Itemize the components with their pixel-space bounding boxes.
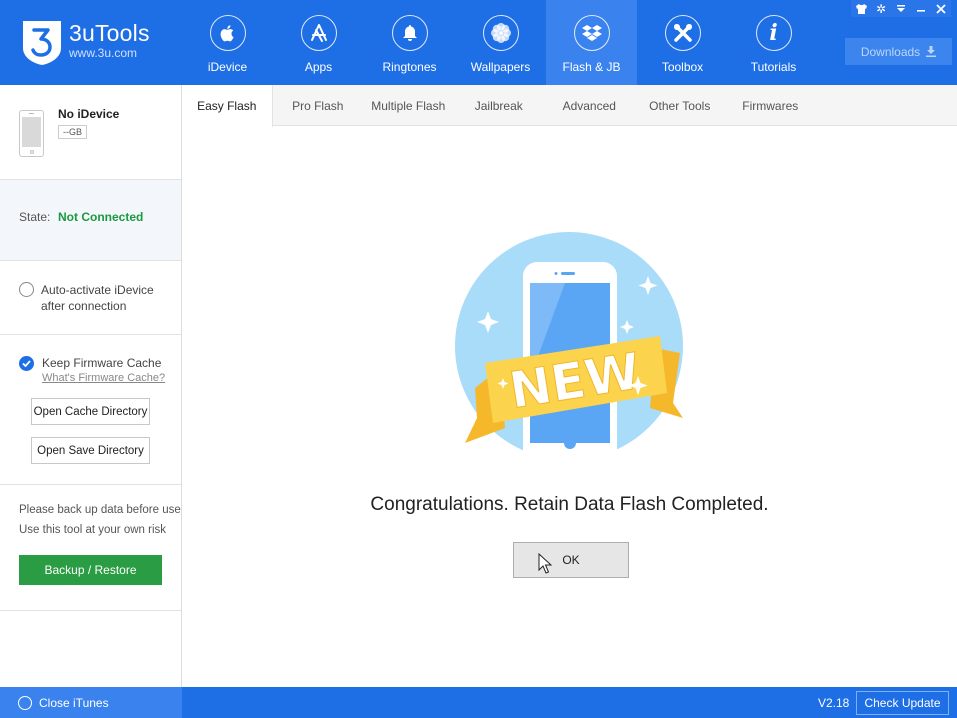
nav-label: Toolbox <box>661 60 704 74</box>
skin-icon[interactable] <box>851 0 871 17</box>
connection-state: State: Not Connected <box>0 180 181 261</box>
nav-toolbox[interactable]: Toolbox <box>637 0 728 85</box>
title-bar: 3uTools www.3u.com iDevice Apps Ringtone… <box>0 0 957 85</box>
tab-easy-flash[interactable]: Easy Flash <box>182 85 273 127</box>
backup-warning: Please back up data before use <box>19 504 181 516</box>
flash-tabs: Easy Flash Pro Flash Multiple Flash Jail… <box>182 85 957 127</box>
app-name: 3uTools <box>69 20 150 46</box>
checkmark-icon <box>22 360 31 367</box>
tab-firmwares[interactable]: Firmwares <box>725 85 816 126</box>
settings-icon[interactable]: ✲ <box>871 0 891 17</box>
auto-activate-option: Auto-activate iDevice after connection <box>0 261 181 335</box>
firmware-cache-section: Keep Firmware Cache What's Firmware Cach… <box>0 335 181 485</box>
downloads-button[interactable]: Downloads <box>845 38 952 65</box>
ok-button[interactable]: OK <box>513 542 629 578</box>
nav-idevice[interactable]: iDevice <box>182 0 273 85</box>
firmware-cache-help-link[interactable]: What's Firmware Cache? <box>42 372 165 384</box>
app-logo: 3uTools www.3u.com <box>22 20 150 66</box>
menu-icon[interactable] <box>891 0 911 17</box>
close-itunes-label: Close iTunes <box>39 695 109 710</box>
version-label: V2.18 <box>818 696 850 710</box>
sidebar: No iDevice --GB State: Not Connected Aut… <box>0 85 182 687</box>
bell-icon <box>391 15 428 51</box>
tab-advanced[interactable]: Advanced <box>544 85 635 126</box>
app-store-icon <box>300 15 337 51</box>
nav-apps[interactable]: Apps <box>273 0 364 85</box>
nav-wallpapers[interactable]: Wallpapers <box>455 0 546 85</box>
nav-ringtones[interactable]: Ringtones <box>364 0 455 85</box>
apple-icon <box>209 15 246 51</box>
check-update-button[interactable]: Check Update <box>856 691 949 715</box>
flower-icon <box>482 15 519 51</box>
close-itunes-toggle[interactable]: Close iTunes <box>0 687 182 718</box>
auto-activate-label[interactable]: Auto-activate iDevice after connection <box>41 282 154 314</box>
auto-activate-radio[interactable] <box>19 282 34 297</box>
dropbox-box-icon <box>573 15 610 51</box>
nav-flash-jb[interactable]: Flash & JB <box>546 0 637 85</box>
close-itunes-radio[interactable] <box>18 695 32 710</box>
close-icon[interactable] <box>931 0 951 17</box>
nav-label: Wallpapers <box>470 60 531 74</box>
nav-label: Tutorials <box>750 60 797 74</box>
3u-logo-icon <box>23 21 61 65</box>
info-icon: i <box>755 15 792 51</box>
nav-label: Flash & JB <box>562 60 621 74</box>
state-value: Not Connected <box>58 210 144 224</box>
device-info: No iDevice --GB <box>0 85 181 180</box>
tab-other-tools[interactable]: Other Tools <box>635 85 726 126</box>
window-controls: ✲ <box>851 0 951 17</box>
nav-label: Apps <box>304 60 333 74</box>
tab-multiple-flash[interactable]: Multiple Flash <box>363 85 454 126</box>
state-label: State: <box>19 210 51 224</box>
nav-label: Ringtones <box>382 60 437 74</box>
mouse-cursor-icon <box>538 553 552 574</box>
tab-pro-flash[interactable]: Pro Flash <box>273 85 364 126</box>
main-nav: iDevice Apps Ringtones Wallpapers Flash … <box>182 0 819 85</box>
completion-message: Congratulations. Retain Data Flash Compl… <box>370 494 769 515</box>
nav-tutorials[interactable]: i Tutorials <box>728 0 819 85</box>
tools-icon <box>664 15 701 51</box>
download-icon <box>926 46 937 57</box>
keep-cache-checkbox[interactable] <box>19 356 34 371</box>
risk-warning: Use this tool at your own risk <box>19 524 167 536</box>
device-capacity: --GB <box>58 125 87 139</box>
new-phone-illustration: NEW <box>455 232 683 466</box>
auto-activate-line1: Auto-activate iDevice <box>41 283 154 297</box>
status-bar: Close iTunes V2.18 Check Update <box>0 687 957 718</box>
minimize-icon[interactable] <box>911 0 931 17</box>
app-url: www.3u.com <box>69 46 138 60</box>
backup-section: Please back up data before use Use this … <box>0 485 181 611</box>
backup-restore-button[interactable]: Backup / Restore <box>19 555 162 585</box>
auto-activate-line2: after connection <box>41 299 127 313</box>
phone-icon <box>19 110 44 157</box>
tab-jailbreak[interactable]: Jailbreak <box>454 85 545 126</box>
open-save-directory-button[interactable]: Open Save Directory <box>31 437 150 464</box>
device-name: No iDevice <box>58 107 120 121</box>
nav-label: iDevice <box>207 60 248 74</box>
downloads-label: Downloads <box>860 44 921 59</box>
keep-cache-label[interactable]: Keep Firmware Cache <box>42 356 161 370</box>
open-cache-directory-button[interactable]: Open Cache Directory <box>31 398 150 425</box>
